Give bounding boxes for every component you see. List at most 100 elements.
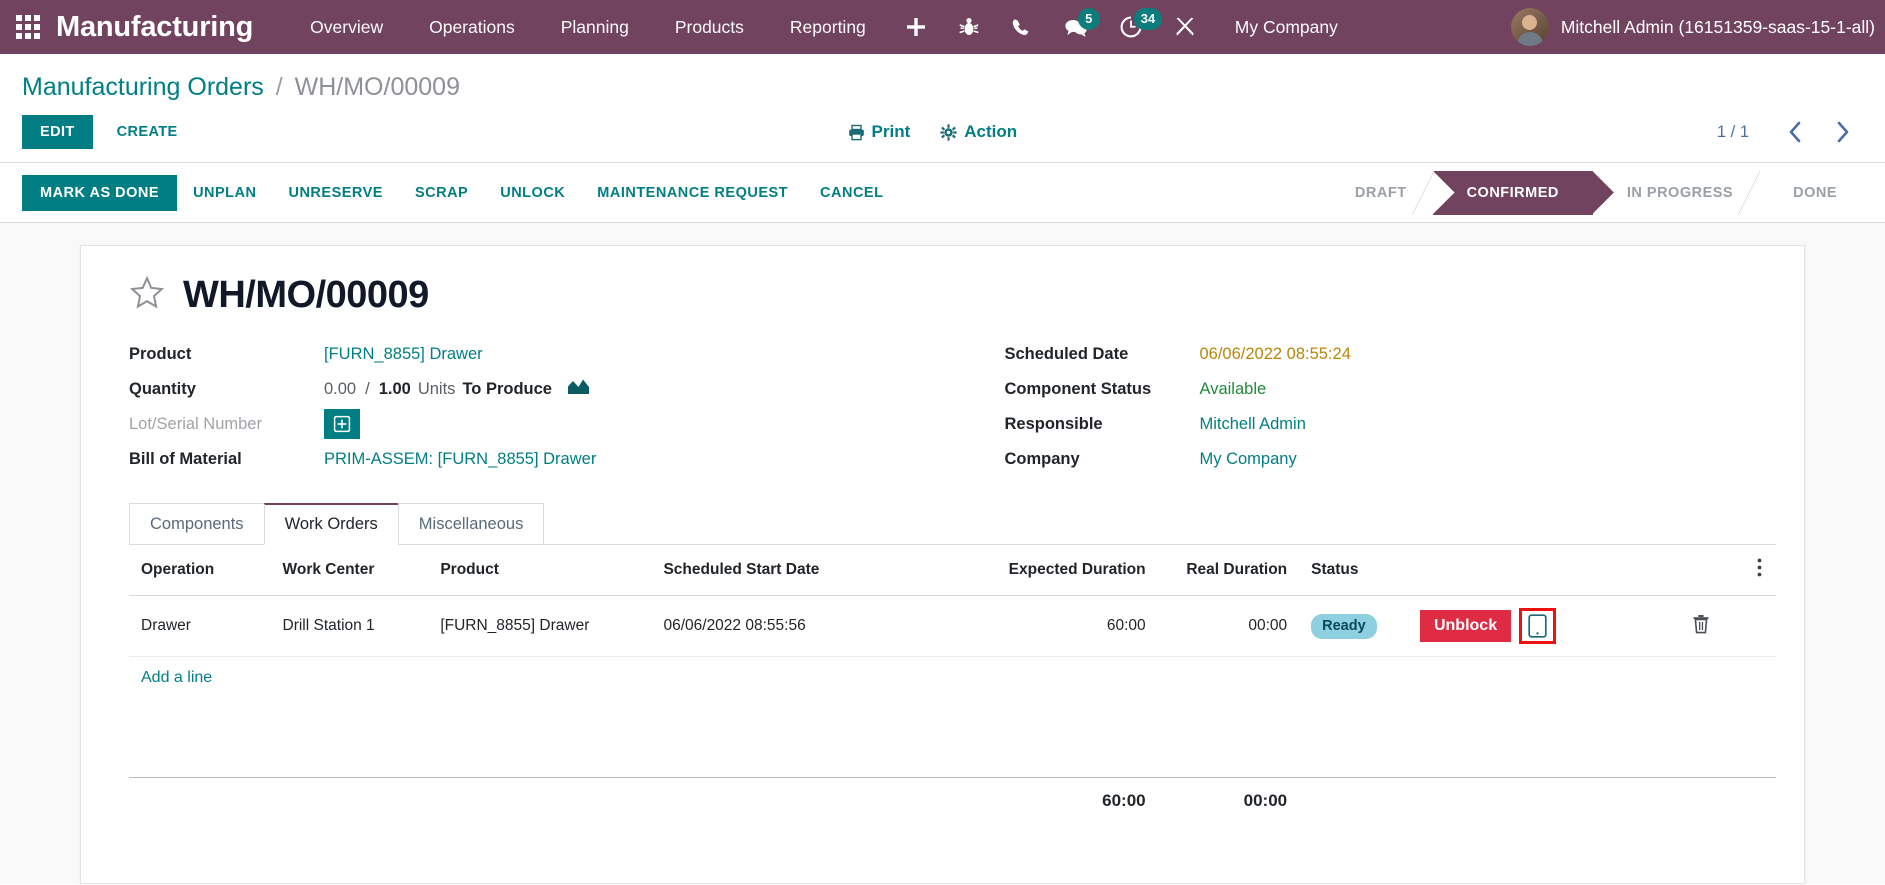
nav-item-overview[interactable]: Overview [287, 17, 406, 38]
company-switcher[interactable]: My Company [1212, 17, 1361, 38]
column-header-scheduled-start-date[interactable]: Scheduled Start Date [651, 545, 968, 596]
tab-work-orders[interactable]: Work Orders [263, 503, 399, 545]
cell-real-duration[interactable]: 00:00 [1157, 595, 1300, 657]
pager-previous-button[interactable] [1775, 119, 1815, 145]
phone-icon [1012, 18, 1029, 35]
quantity-unit-label: Units [417, 379, 456, 398]
cell-product[interactable]: [FURN_8855] Drawer [428, 595, 652, 657]
nav-item-reporting[interactable]: Reporting [767, 17, 889, 38]
activities-button[interactable]: 34 [1104, 0, 1163, 54]
column-options-button[interactable] [1745, 545, 1776, 596]
field-label-responsible: Responsible [1004, 414, 1103, 433]
field-label-quantity: Quantity [129, 379, 196, 398]
stage-draft[interactable]: DRAFT [1320, 170, 1434, 215]
notebook-tabs: Components Work Orders Miscellaneous [129, 503, 1776, 545]
unreserve-button[interactable]: UNRESERVE [272, 176, 398, 210]
column-header-operation[interactable]: Operation [129, 545, 271, 596]
pager-value: 1 / 1 [1716, 122, 1749, 141]
field-responsible: Responsible Mitchell Admin [1005, 409, 1777, 444]
nav-item-operations[interactable]: Operations [406, 17, 538, 38]
app-brand-title[interactable]: Manufacturing [56, 11, 287, 44]
field-value-product[interactable]: [FURN_8855] Drawer [324, 345, 483, 364]
stage-confirmed[interactable]: CONFIRMED [1432, 170, 1593, 215]
maintenance-request-button[interactable]: MAINTENANCE REQUEST [581, 176, 804, 210]
edit-button[interactable]: EDIT [22, 115, 93, 149]
field-value-company[interactable]: My Company [1200, 450, 1297, 469]
create-button[interactable]: CREATE [99, 115, 196, 149]
area-chart-icon[interactable] [567, 377, 590, 401]
tab-components[interactable]: Components [129, 503, 265, 545]
tab-miscellaneous[interactable]: Miscellaneous [397, 503, 545, 545]
status-badge: Ready [1311, 613, 1377, 639]
cell-work-center[interactable]: Drill Station 1 [270, 595, 429, 657]
nav-item-products[interactable]: Products [652, 17, 767, 38]
cell-actions: Unblock [1407, 595, 1681, 657]
vertical-dots-icon[interactable] [1757, 558, 1762, 577]
statusbar: MARK AS DONE UNPLAN UNRESERVE SCRAP UNLO… [0, 163, 1885, 223]
cell-expected-duration[interactable]: 60:00 [967, 595, 1158, 657]
totals-spacer-1 [129, 776, 271, 824]
breadcrumb-current: WH/MO/00009 [294, 73, 460, 101]
plus-square-icon [333, 415, 351, 433]
debug-button[interactable] [943, 0, 995, 54]
unblock-button[interactable]: Unblock [1419, 610, 1512, 642]
unlock-button[interactable]: UNLOCK [484, 176, 581, 210]
gear-icon [940, 123, 957, 141]
field-value-bill-of-material[interactable]: PRIM-ASSEM: [FURN_8855] Drawer [324, 450, 596, 469]
add-lot-serial-button[interactable] [324, 409, 360, 439]
table-header-row: Operation Work Center Product Scheduled … [129, 545, 1776, 596]
cell-status: Ready [1299, 595, 1408, 657]
quantity-separator: / [365, 379, 370, 398]
nav-item-planning[interactable]: Planning [538, 17, 652, 38]
control-panel-actions: EDIT CREATE Print Action 1 / 1 [22, 106, 1863, 162]
totals-spacer-5 [1299, 776, 1408, 824]
delete-row-button[interactable] [1692, 614, 1710, 634]
plus-icon [906, 18, 925, 36]
column-header-product[interactable]: Product [428, 545, 652, 596]
voip-phone-button[interactable] [995, 0, 1048, 54]
star-outline-icon[interactable] [129, 275, 165, 316]
action-dropdown[interactable]: Action [940, 122, 1017, 142]
field-label-bill-of-material: Bill of Material [129, 449, 242, 468]
breadcrumb-parent-link[interactable]: Manufacturing Orders [22, 73, 264, 101]
quick-create-button[interactable] [889, 0, 943, 54]
column-header-real-duration[interactable]: Real Duration [1157, 545, 1300, 596]
field-value-scheduled-date: 06/06/2022 08:55:24 [1199, 344, 1351, 363]
page-title: WH/MO/00009 [183, 274, 429, 316]
pager-next-button[interactable] [1823, 119, 1863, 145]
column-header-status[interactable]: Status [1299, 545, 1408, 596]
field-label-lot-serial: Lot/Serial Number [129, 414, 262, 433]
mark-as-done-button[interactable]: MARK AS DONE [22, 174, 178, 211]
form-sheet: WH/MO/00009 Product [FURN_8855] Drawer Q… [80, 245, 1805, 884]
field-value-responsible[interactable]: Mitchell Admin [1200, 415, 1306, 434]
table-row[interactable]: Drawer Drill Station 1 [FURN_8855] Drawe… [129, 595, 1776, 657]
quantity-to-produce-label: To Produce [462, 379, 552, 398]
cancel-button[interactable]: CANCEL [804, 176, 899, 210]
apps-menu-button[interactable] [0, 0, 56, 54]
table-filler-row [129, 699, 1776, 777]
column-header-work-center[interactable]: Work Center [270, 545, 429, 596]
add-line-row: Add a line [129, 657, 1776, 700]
unplan-button[interactable]: UNPLAN [177, 176, 272, 210]
tablet-view-button[interactable] [1519, 608, 1557, 644]
messaging-button[interactable]: 5 [1048, 0, 1104, 54]
form-column-right: Scheduled Date 06/06/2022 08:55:24 Compo… [953, 339, 1777, 479]
quantity-done-value: 0.00 [324, 379, 357, 398]
user-menu[interactable]: Mitchell Admin (16151359-saas-15-1-all) [1489, 8, 1875, 46]
developer-tools-button[interactable] [1158, 0, 1212, 54]
table-totals-row: 60:00 00:00 [129, 776, 1776, 824]
scrap-button[interactable]: SCRAP [399, 176, 484, 210]
column-header-expected-duration[interactable]: Expected Duration [967, 545, 1158, 596]
totals-spacer-4 [651, 776, 968, 824]
field-quantity: Quantity 0.00 / 1.00 Units To Produce [129, 374, 953, 409]
print-dropdown[interactable]: Print [848, 122, 910, 142]
cell-operation[interactable]: Drawer [129, 595, 271, 657]
notebook: Components Work Orders Miscellaneous Ope… [109, 479, 1776, 824]
bug-icon [959, 18, 979, 35]
add-a-line-button[interactable]: Add a line [129, 657, 224, 699]
stage-done[interactable]: DONE [1759, 170, 1863, 215]
cell-scheduled-start-date[interactable]: 06/06/2022 08:55:56 [651, 595, 968, 657]
messaging-badge: 5 [1077, 8, 1100, 30]
totals-spacer-6 [1407, 776, 1681, 824]
stage-in-progress[interactable]: IN PROGRESS [1592, 170, 1761, 215]
